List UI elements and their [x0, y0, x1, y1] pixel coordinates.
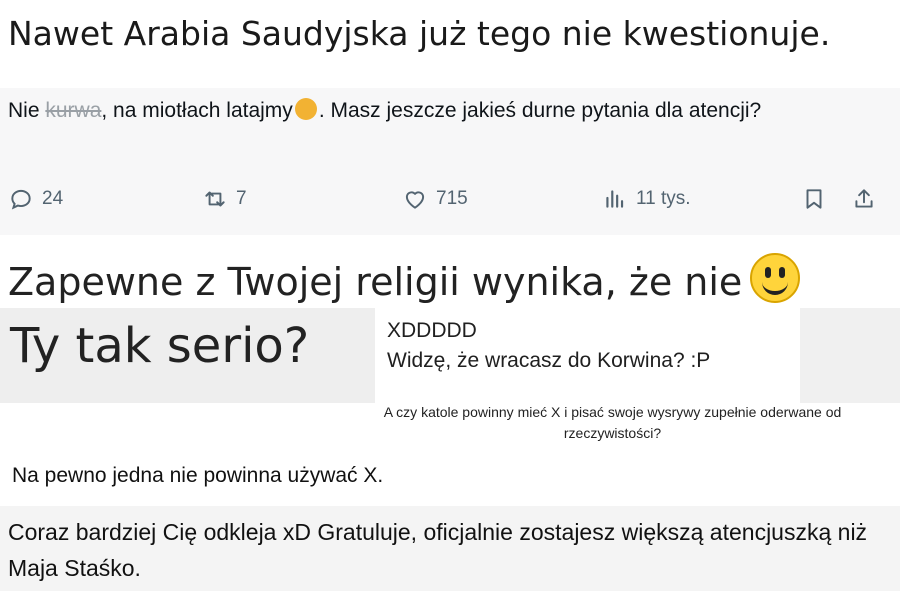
snippet-3-line-2-text: Ty tak serio? [10, 318, 310, 374]
reply-count: 24 [42, 188, 64, 209]
bookmark-button[interactable] [801, 186, 827, 212]
views-chart-icon [606, 190, 624, 208]
snippet-3-line-1: Zapewne z Twojej religii wynika, że nie [8, 253, 801, 304]
snippet-5: Na pewno jedna nie powinna używać X. [0, 448, 900, 506]
views-button[interactable]: 11 tys. [602, 186, 691, 212]
snippet-3-reply: XDDDDD Widzę, że wracasz do Korwina? :P [375, 308, 800, 403]
repost-icon [205, 191, 225, 207]
reply-line-1: XDDDDD [387, 319, 477, 342]
smiley-emoji-icon [750, 253, 801, 303]
snippet-1-text: Nawet Arabia Saudyjska już tego nie kwes… [8, 14, 831, 53]
snippet-3-line-1-text: Zapewne z Twojej religii wynika, że nie [8, 260, 743, 304]
snippet-6-text: Coraz bardziej Cię odkleja xD Gratuluje,… [8, 519, 868, 581]
snippet-3: Zapewne z Twojej religii wynika, że nie … [0, 235, 900, 405]
snippet-4-text: A czy katole powinny mieć X i pisać swoj… [383, 404, 842, 441]
like-count: 715 [436, 188, 468, 209]
reply-line-2: Widzę, że wracasz do Korwina? :P [387, 349, 711, 372]
bookmark-icon [806, 189, 822, 209]
snippet-6: Coraz bardziej Cię odkleja xD Gratuluje,… [0, 506, 900, 591]
share-button[interactable] [851, 186, 877, 212]
repost-count: 7 [236, 188, 247, 209]
views-count: 11 tys. [636, 188, 691, 209]
tweet-text-end: . Masz jeszcze jakieś durne pytania dla … [318, 99, 762, 122]
reply-icon [11, 189, 31, 210]
like-button[interactable]: 715 [402, 186, 468, 212]
gray-filler [800, 308, 900, 403]
tweet-text-middle: , na miotłach latajmy [101, 99, 293, 122]
snippet-5-text: Na pewno jedna nie powinna używać X. [12, 464, 384, 487]
tweet-text-start: Nie [8, 99, 46, 122]
facepalm-emoji-icon [294, 98, 317, 120]
reply-button[interactable]: 24 [8, 186, 63, 212]
snippet-3-line-2: Ty tak serio? [0, 308, 375, 403]
heart-icon [405, 191, 425, 209]
share-icon [855, 189, 873, 208]
censored-word: kurwa [45, 99, 102, 122]
tweet-text: Nie kurwa, na miotłach latajmy . Masz jes… [8, 96, 888, 126]
snippet-2-tweet: Nie kurwa, na miotłach latajmy . Masz jes… [0, 88, 900, 235]
repost-button[interactable]: 7 [202, 186, 247, 212]
snippet-1: Nawet Arabia Saudyjska już tego nie kwes… [0, 0, 900, 88]
